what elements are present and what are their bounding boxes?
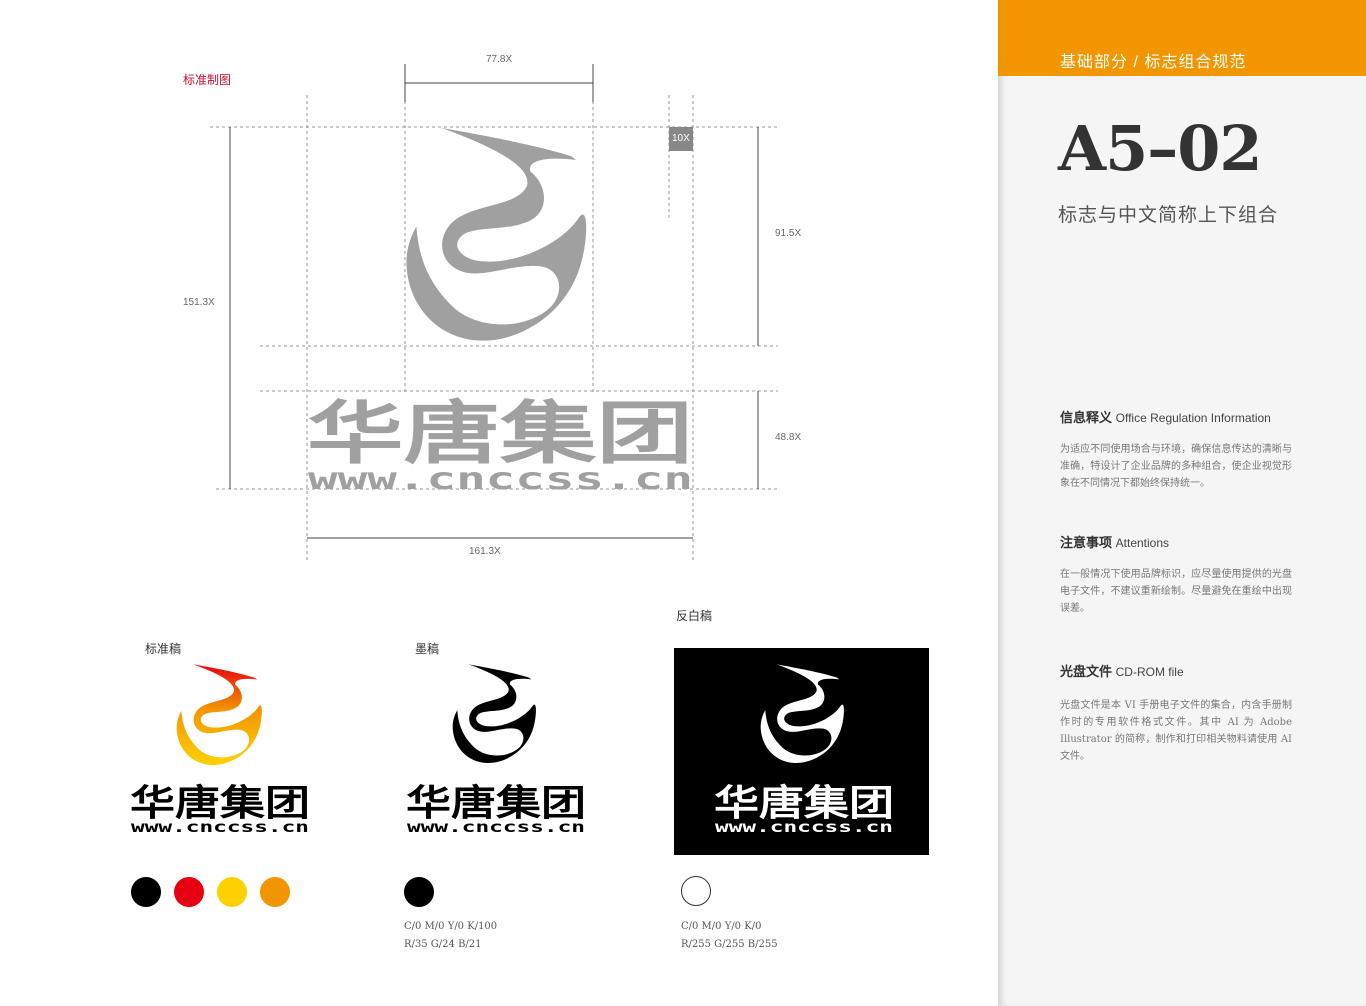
standard-drawing: 华唐集团 www.cnccss.cn [210, 64, 778, 560]
dim-bottom: 161.3X [469, 546, 501, 557]
mono-mark [452, 664, 536, 764]
standard-label: 标准稿 [145, 642, 182, 656]
info-body: 为适应不同使用场合与环境，确保信息传达的清晰与准确，特设计了企业品牌的多种组合，… [1060, 444, 1292, 489]
dim-unit: 10X [672, 133, 690, 144]
reverse-spec-cmyk: C/0 M/0 Y/0 K/0 [681, 921, 762, 932]
section-header: 基础部分 / 标志组合规范 [998, 0, 1366, 76]
swatch-mono [404, 877, 434, 907]
reverse-spec: C/0 M/0 Y/0 K/0 R/255 G/255 B/255 [681, 918, 778, 954]
standard-wordmark-url: www.cnccss.cn [131, 818, 309, 836]
page-subtitle: 标志与中文简称上下组合 [1058, 205, 1279, 226]
swatch-orange [260, 877, 290, 907]
mono-spec-rgb: R/35 G/24 B/21 [404, 939, 482, 950]
mono-spec: C/0 M/0 Y/0 K/100 R/35 G/24 B/21 [404, 918, 497, 954]
mono-label: 墨稿 [415, 642, 440, 656]
swatch-yellow [217, 877, 247, 907]
reverse-mark [760, 664, 844, 764]
info-title-en: Office Regulation Information [1115, 411, 1271, 425]
cdrom-body: 光盘文件是本 VI 手册电子文件的集合，内含手册制作时的专用软件格式文件。其中 … [1060, 700, 1292, 762]
attention-body: 在一般情况下使用品牌标识，应尽量使用提供的光盘电子文件，不建议重新绘制。尽量避免… [1060, 569, 1292, 614]
reverse-panel: 华唐集团 www.cnccss.cn [674, 648, 929, 855]
mono-spec-cmyk: C/0 M/0 Y/0 K/100 [404, 921, 498, 932]
reverse-wordmark-url: www.cnccss.cn [715, 818, 893, 836]
left-page: 标准制图 华唐集团 www.cnccss.cn 77.8X 10X 91.5X … [0, 0, 998, 1006]
dim-right-upper: 91.5X [775, 228, 802, 239]
drawing-wordmark-url: www.cnccss.cn [308, 462, 693, 497]
mono-wordmark-url: www.cnccss.cn [407, 818, 585, 836]
dim-right-lower: 48.8X [775, 432, 802, 443]
section-title: 基础部分 / 标志组合规范 [1060, 54, 1247, 71]
attention-title: 注意事项 Attentions [1060, 532, 1169, 551]
swatch-red [174, 877, 204, 907]
drawing-mark [406, 127, 587, 341]
cdrom-title-en: CD-ROM file [1115, 665, 1184, 679]
page-code: A5–02 [1058, 112, 1263, 185]
swatch-black [131, 877, 161, 907]
attention-title-cn: 注意事项 [1060, 535, 1113, 550]
mono-logo: 华唐集团 www.cnccss.cn [406, 664, 586, 836]
info-title-cn: 信息释义 [1060, 410, 1113, 425]
standard-logo: 华唐集团 www.cnccss.cn [130, 664, 310, 836]
attention-title-en: Attentions [1115, 536, 1170, 550]
reverse-logo: 华唐集团 www.cnccss.cn [714, 664, 894, 836]
cdrom-title: 光盘文件 CD-ROM file [1060, 661, 1184, 680]
reverse-label: 反白稿 [676, 609, 713, 623]
cdrom-title-cn: 光盘文件 [1060, 664, 1113, 679]
swatch-reverse [681, 876, 711, 906]
right-page: 基础部分 / 标志组合规范 A5–02 标志与中文简称上下组合 信息释义 Off… [998, 0, 1366, 1006]
dim-top: 77.8X [486, 54, 513, 65]
info-title: 信息释义 Office Regulation Information [1060, 407, 1271, 426]
dim-left: 151.3X [183, 297, 215, 308]
reverse-spec-rgb: R/255 G/255 B/255 [681, 939, 778, 950]
standard-mark [176, 664, 262, 766]
